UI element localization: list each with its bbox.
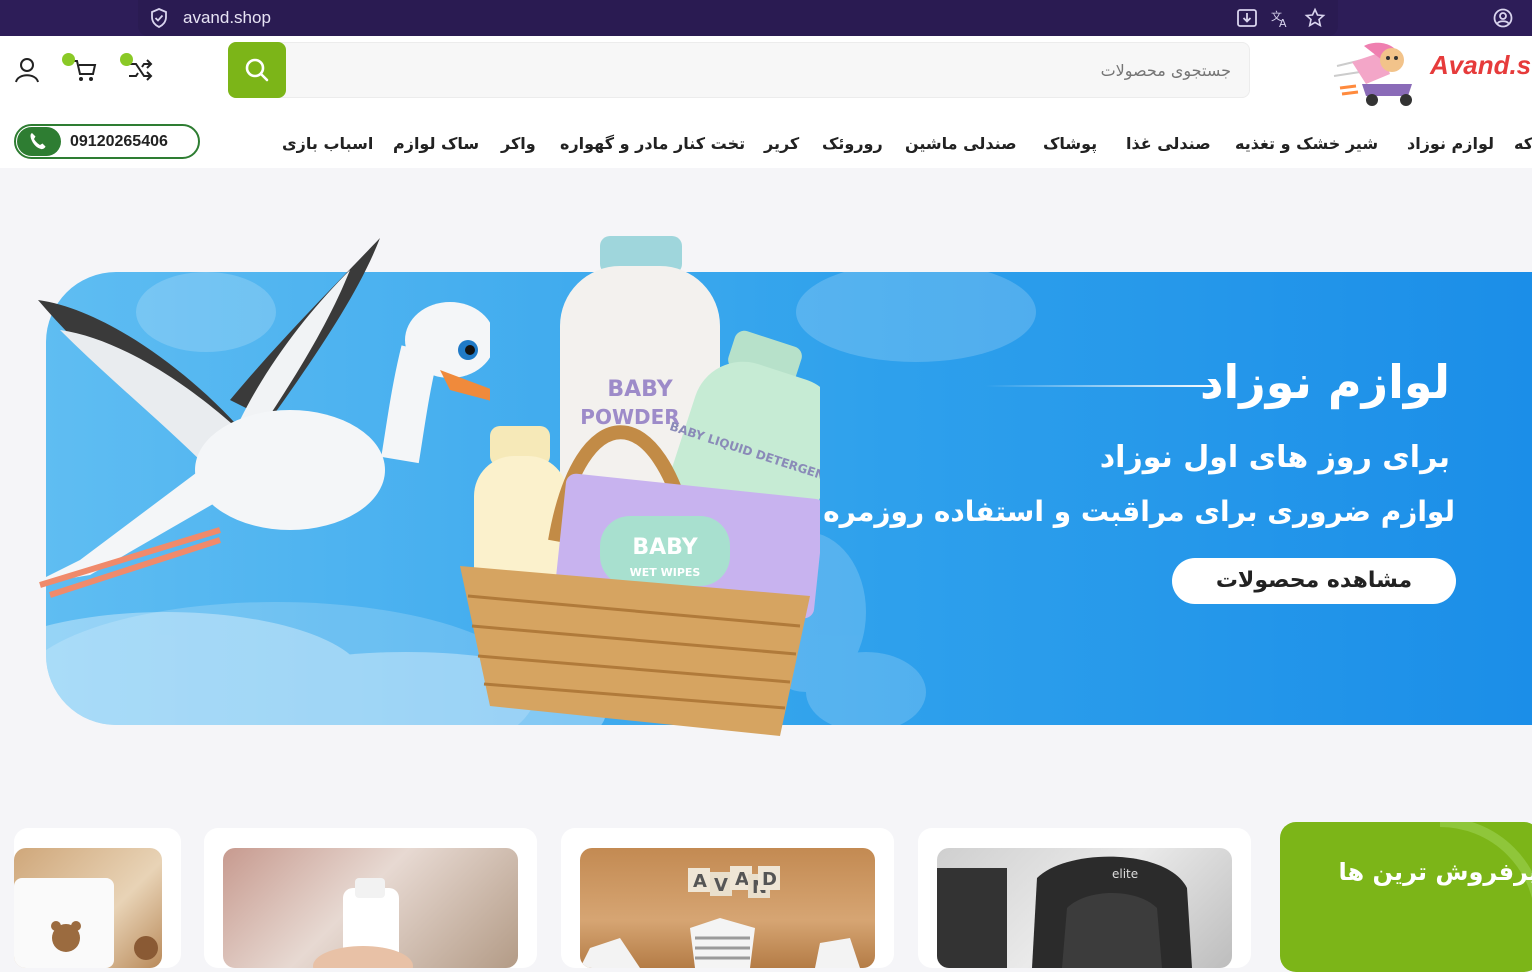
user-account-icon[interactable]: [13, 56, 41, 84]
browser-toolbar: avand.shop 文A: [0, 0, 1532, 36]
nav-item-clothing[interactable]: پوشاک: [1043, 134, 1097, 153]
nav-item-walker[interactable]: واکر: [501, 134, 536, 153]
stork-illustration: [30, 238, 490, 598]
wipes-label-line1: BABY: [632, 535, 698, 560]
hero-decor-line: [985, 385, 1215, 387]
product-image[interactable]: [223, 848, 518, 968]
url-text[interactable]: avand.shop: [183, 8, 271, 28]
site-security-icon[interactable]: [148, 7, 170, 29]
baby-products-basket: BABY POWDER BABY LIQUID DETERGENT BABY W…: [460, 236, 820, 736]
powder-label-line2: POWDER: [580, 405, 679, 429]
nav-item-carrier[interactable]: کریر: [764, 134, 799, 153]
nav-item-diaper-bag[interactable]: ساک لوازم: [393, 134, 479, 153]
phone-contact[interactable]: 09120265406: [14, 124, 200, 159]
hero-description: لوازم ضروری برای مراقبت و استفاده روزمره: [823, 495, 1455, 528]
nav-item-baby-walker[interactable]: روروئک: [822, 134, 883, 153]
install-app-icon[interactable]: [1236, 7, 1258, 29]
logo-text[interactable]: Avand.s: [1430, 50, 1531, 81]
search-button[interactable]: [228, 42, 286, 98]
nav-item-bedside-crib[interactable]: تخت کنار مادر و گهواره: [560, 134, 745, 153]
nav-item-overflow[interactable]: که: [1514, 134, 1532, 153]
translate-icon[interactable]: 文A: [1270, 7, 1292, 29]
block-letter: D: [762, 869, 777, 890]
phone-icon: [17, 127, 61, 156]
bestsellers-panel: [1280, 822, 1532, 972]
nav-item-car-seat[interactable]: صندلی ماشین: [905, 134, 1017, 153]
product-image[interactable]: A V A N D: [580, 848, 875, 968]
bestsellers-title: پرفروش ترین ها: [1338, 858, 1532, 886]
block-letter: A: [735, 869, 749, 890]
nav-item-formula[interactable]: شیر خشک و تغذیه: [1235, 134, 1378, 153]
hero-title: لوازم نوزاد: [1199, 355, 1450, 409]
product-image[interactable]: elite: [937, 848, 1232, 968]
svg-text:elite: elite: [1112, 867, 1138, 881]
compare-badge: [120, 53, 133, 66]
profile-icon[interactable]: [1492, 7, 1514, 29]
nav-item-newborn[interactable]: لوازم نوزاد: [1407, 134, 1494, 153]
wipes-label-line2: WET WIPES: [630, 566, 701, 579]
search-icon: [245, 58, 269, 82]
search-input[interactable]: [331, 43, 1231, 97]
product-image[interactable]: [14, 848, 162, 968]
nav-item-high-chair[interactable]: صندلی غذا: [1126, 134, 1211, 153]
phone-number[interactable]: 09120265406: [70, 133, 168, 151]
block-letter: V: [714, 875, 728, 896]
search-box: [228, 42, 1250, 98]
svg-text:A: A: [1279, 17, 1287, 29]
powder-label-line1: BABY: [607, 377, 673, 402]
view-products-button[interactable]: مشاهده محصولات: [1172, 558, 1456, 604]
block-letter: A: [693, 871, 707, 892]
cart-badge: [62, 53, 75, 66]
bookmark-star-icon[interactable]: [1304, 7, 1326, 29]
address-bar[interactable]: [138, 0, 1338, 36]
hero-subtitle: برای روز های اول نوزاد: [1099, 440, 1450, 475]
nav-item-toys[interactable]: اسباب بازی: [282, 134, 373, 153]
